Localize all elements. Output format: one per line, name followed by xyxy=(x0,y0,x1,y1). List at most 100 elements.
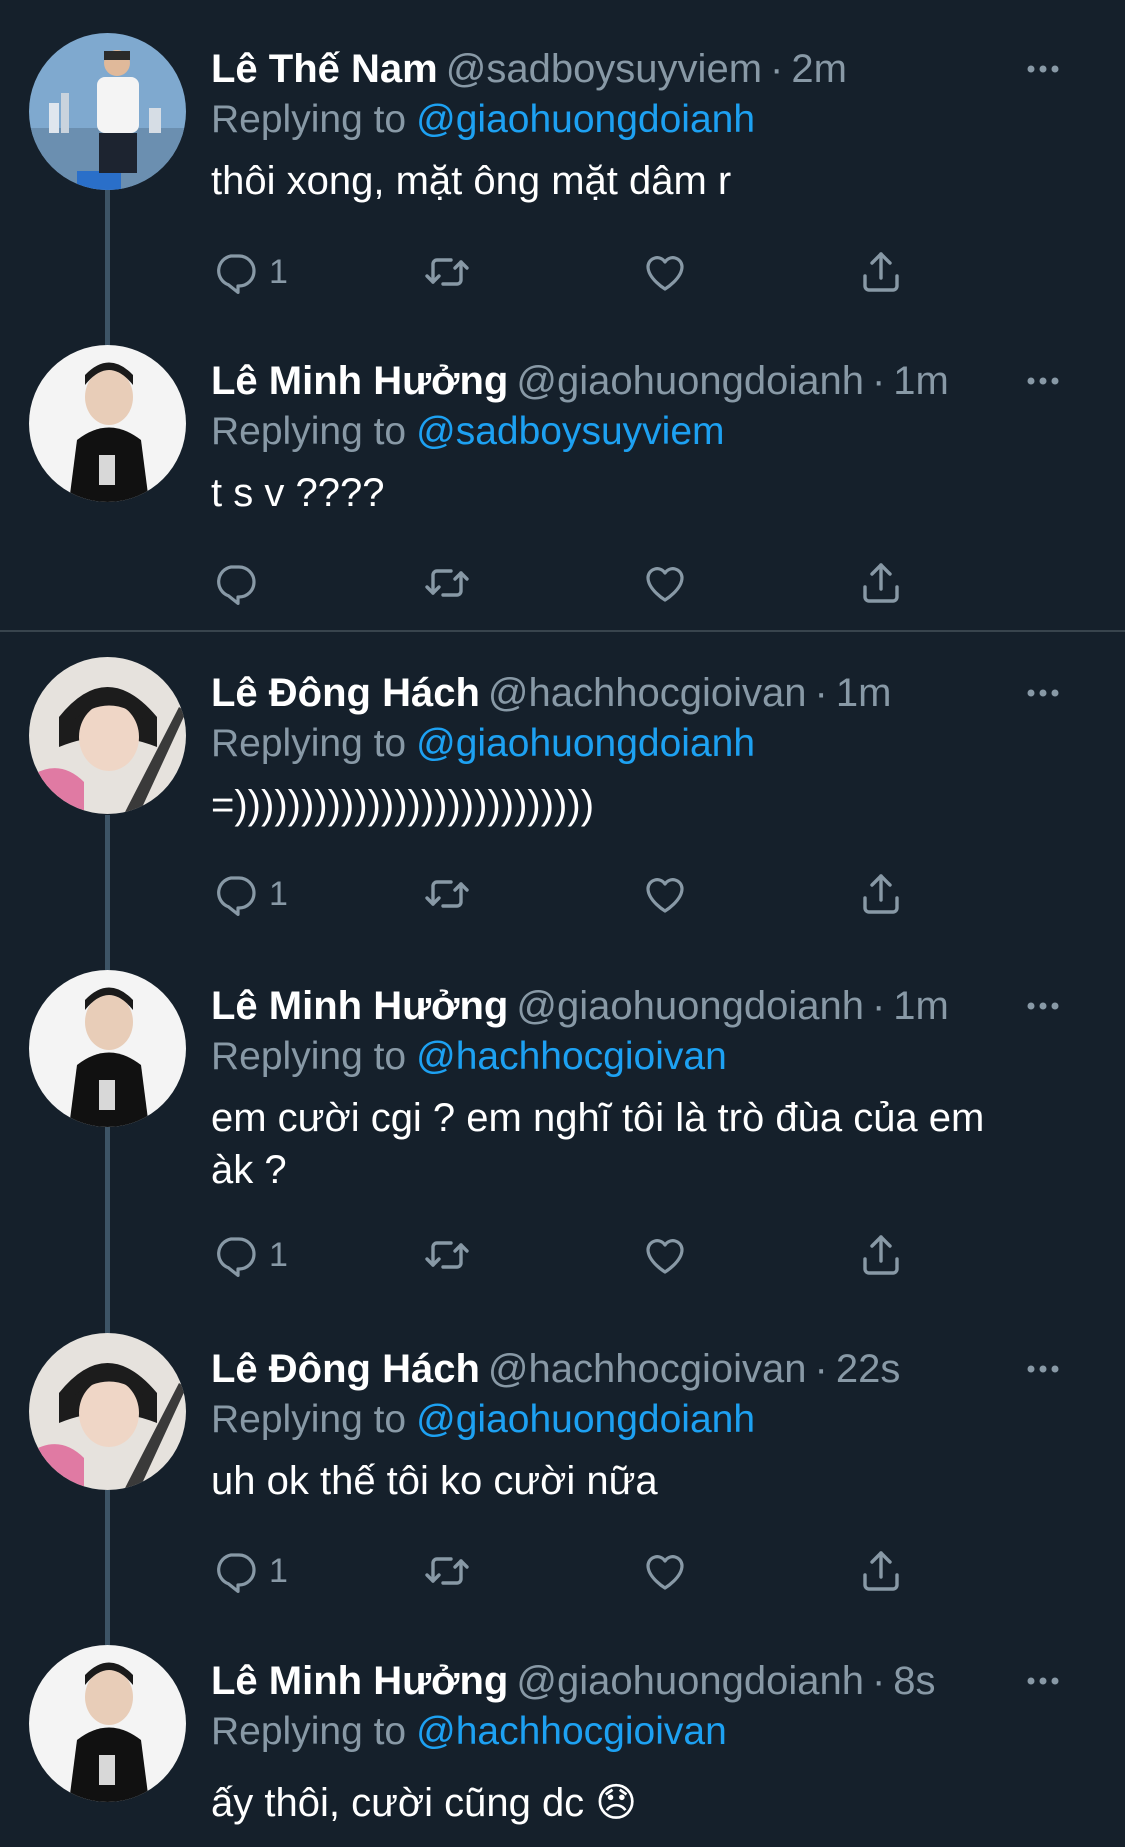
tweet-header: Lê Thế Nam @sadboysuyviem · 2m xyxy=(211,41,1125,97)
retweet-button[interactable] xyxy=(423,555,471,611)
separator-dot: · xyxy=(871,984,886,1028)
share-button[interactable] xyxy=(857,1543,905,1599)
mention-link[interactable]: @hachhocgioivan xyxy=(416,1710,727,1753)
share-button[interactable] xyxy=(857,866,905,922)
tweet-header: Lê Minh Hưởng @giaohuongdoianh · 1m xyxy=(211,353,1125,409)
timestamp[interactable]: 22s xyxy=(836,1347,901,1391)
like-icon xyxy=(641,559,689,607)
user-handle[interactable]: @giaohuongdoianh xyxy=(516,1659,864,1703)
avatar[interactable] xyxy=(29,345,186,502)
share-button[interactable] xyxy=(857,244,905,300)
display-name[interactable]: Lê Đông Hách xyxy=(211,1347,480,1391)
thread-line xyxy=(105,190,110,350)
user-handle[interactable]: @giaohuongdoianh xyxy=(516,984,864,1028)
tweet-header: Lê Minh Hưởng @giaohuongdoianh · 8s xyxy=(211,1653,1125,1709)
reply-count: 1 xyxy=(269,1235,288,1274)
like-icon xyxy=(641,1547,689,1595)
avatar[interactable] xyxy=(29,970,186,1127)
share-icon xyxy=(857,870,905,918)
tweet-text: em cười cgi ? em nghĩ tôi là trò đùa của… xyxy=(211,1096,985,1192)
like-icon xyxy=(641,870,689,918)
replying-label: Replying to xyxy=(211,722,407,765)
user-handle[interactable]: @hachhocgioivan xyxy=(488,1347,807,1391)
mention-link[interactable]: @giaohuongdoianh xyxy=(416,1398,755,1441)
retweet-button[interactable] xyxy=(423,866,471,922)
user-handle[interactable]: @hachhocgioivan xyxy=(488,671,807,715)
replying-label: Replying to xyxy=(211,98,407,141)
reply-count: 1 xyxy=(269,1551,288,1590)
separator-dot: · xyxy=(814,1347,828,1391)
avatar[interactable] xyxy=(29,1645,186,1802)
share-icon xyxy=(857,1547,905,1595)
share-button[interactable] xyxy=(857,555,905,611)
avatar[interactable] xyxy=(29,657,186,814)
display-name[interactable]: Lê Minh Hưởng xyxy=(211,359,508,403)
reply-button[interactable]: 1 xyxy=(211,1543,288,1599)
mention-link[interactable]: @giaohuongdoianh xyxy=(416,722,755,765)
like-button[interactable] xyxy=(641,866,689,922)
reply-button[interactable]: 1 xyxy=(211,866,288,922)
more-options-button[interactable] xyxy=(1023,1661,1063,1701)
reply-count: 1 xyxy=(269,874,288,913)
timestamp[interactable]: 1m xyxy=(893,359,949,403)
replying-to: Replying to @hachhocgioivan xyxy=(211,1705,727,1759)
tweet-actions: 1 xyxy=(211,1543,911,1599)
tweet-actions xyxy=(211,555,911,611)
reply-button[interactable] xyxy=(211,555,269,611)
separator-dot: · xyxy=(770,47,784,91)
replying-to: Replying to @giaohuongdoianh xyxy=(211,93,755,147)
like-icon xyxy=(641,248,689,296)
replying-label: Replying to xyxy=(211,1710,407,1753)
more-options-button[interactable] xyxy=(1023,49,1063,89)
avatar[interactable] xyxy=(29,1333,186,1490)
timestamp[interactable]: 1m xyxy=(836,671,892,715)
like-button[interactable] xyxy=(641,1543,689,1599)
display-name[interactable]: Lê Đông Hách xyxy=(211,671,480,715)
share-icon xyxy=(857,248,905,296)
reply-icon xyxy=(211,559,259,607)
thread-line xyxy=(105,815,110,970)
mention-link[interactable]: @hachhocgioivan xyxy=(416,1035,727,1078)
thread-line xyxy=(105,1125,110,1335)
like-button[interactable] xyxy=(641,1227,689,1283)
retweet-button[interactable] xyxy=(423,1543,471,1599)
retweet-button[interactable] xyxy=(423,244,471,300)
reply-icon xyxy=(211,1547,259,1595)
display-name[interactable]: Lê Minh Hưởng xyxy=(211,984,508,1028)
thread-line xyxy=(105,1490,110,1645)
more-options-button[interactable] xyxy=(1023,361,1063,401)
user-handle[interactable]: @giaohuongdoianh xyxy=(516,359,864,403)
mention-link[interactable]: @giaohuongdoianh xyxy=(416,98,755,141)
tweet-text: thôi xong, mặt ông mặt dâm r xyxy=(211,159,732,203)
mention-link[interactable]: @sadboysuyviem xyxy=(416,410,724,453)
retweet-icon xyxy=(423,870,471,918)
share-button[interactable] xyxy=(857,1227,905,1283)
timestamp[interactable]: 2m xyxy=(791,47,847,91)
more-options-button[interactable] xyxy=(1023,986,1063,1026)
like-button[interactable] xyxy=(641,555,689,611)
conversation-separator xyxy=(0,630,1125,632)
avatar[interactable] xyxy=(29,33,186,190)
user-handle[interactable]: @sadboysuyviem xyxy=(446,47,762,91)
display-name[interactable]: Lê Thế Nam xyxy=(211,47,438,91)
replying-to: Replying to @hachhocgioivan xyxy=(211,1030,727,1084)
timestamp[interactable]: 1m xyxy=(893,984,949,1028)
replying-to: Replying to @giaohuongdoianh xyxy=(211,1393,755,1447)
tweet-actions: 1 xyxy=(211,1227,911,1283)
tweet-header: Lê Đông Hách @hachhocgioivan · 22s xyxy=(211,1341,1125,1397)
retweet-icon xyxy=(423,1547,471,1595)
more-options-button[interactable] xyxy=(1023,1349,1063,1389)
reply-button[interactable]: 1 xyxy=(211,1227,288,1283)
more-icon xyxy=(1023,49,1063,89)
reply-button[interactable]: 1 xyxy=(211,244,288,300)
display-name[interactable]: Lê Minh Hưởng xyxy=(211,1659,508,1703)
separator-dot: · xyxy=(814,671,828,715)
like-button[interactable] xyxy=(641,244,689,300)
more-icon xyxy=(1023,986,1063,1026)
retweet-button[interactable] xyxy=(423,1227,471,1283)
separator-dot: · xyxy=(871,1659,886,1703)
more-options-button[interactable] xyxy=(1023,673,1063,713)
timestamp[interactable]: 8s xyxy=(893,1659,935,1703)
more-icon xyxy=(1023,1349,1063,1389)
tweet-header: Lê Đông Hách @hachhocgioivan · 1m xyxy=(211,665,1125,721)
